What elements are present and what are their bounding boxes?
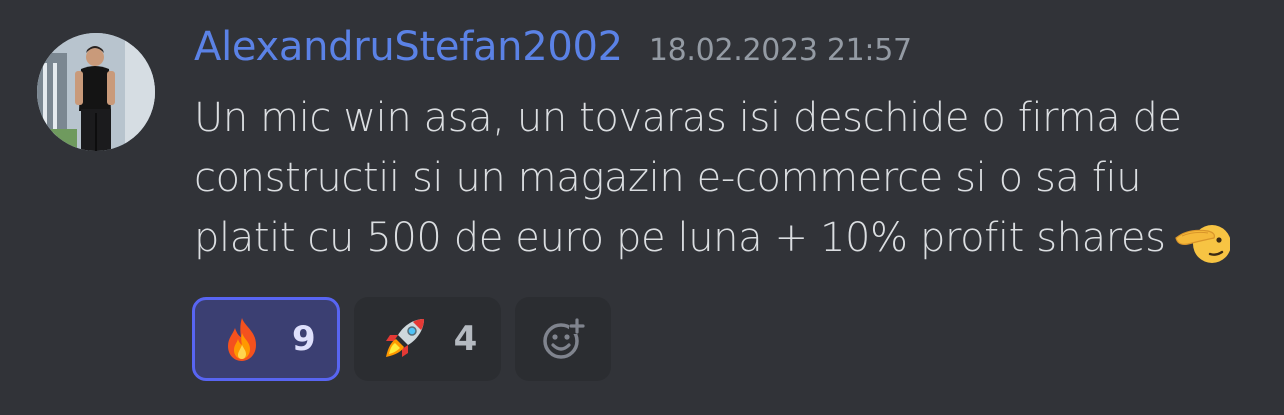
add-reaction-button[interactable] [515, 297, 612, 381]
message-line-text: platit cu 500 de euro pe luna + 10% prof… [194, 215, 1166, 261]
message-line: constructii si un magazin e-commerce si … [194, 155, 1142, 201]
message-content: Un mic win asa, un tovaras isi deschide … [194, 88, 1264, 268]
fire-emoji [228, 318, 256, 361]
chat-message: AlexandruStefan2002 18.02.2023 21:57 Un … [0, 0, 1284, 415]
timestamp[interactable]: 18.02.2023 21:57 [649, 33, 912, 68]
reaction-rocket[interactable]: 4 [353, 297, 502, 381]
avatar-photo [37, 33, 155, 151]
rocket-emoji [385, 319, 424, 357]
reaction-fire[interactable]: 9 [192, 297, 340, 381]
username[interactable]: AlexandruStefan2002 [194, 24, 623, 70]
avatar[interactable] [37, 33, 155, 151]
add-reaction-icon [543, 318, 586, 359]
message-line: Un mic win asa, un tovaras isi deschide … [194, 95, 1182, 141]
reactions-bar: 9 4 [192, 297, 612, 381]
reaction-count: 4 [453, 319, 478, 359]
reaction-count: 9 [292, 319, 316, 359]
message-line-with-emoji: platit cu 500 de euro pe luna + 10% prof… [194, 208, 1264, 268]
saluting-face-emoji [1174, 216, 1231, 264]
message-header: AlexandruStefan2002 18.02.2023 21:57 [194, 24, 912, 80]
